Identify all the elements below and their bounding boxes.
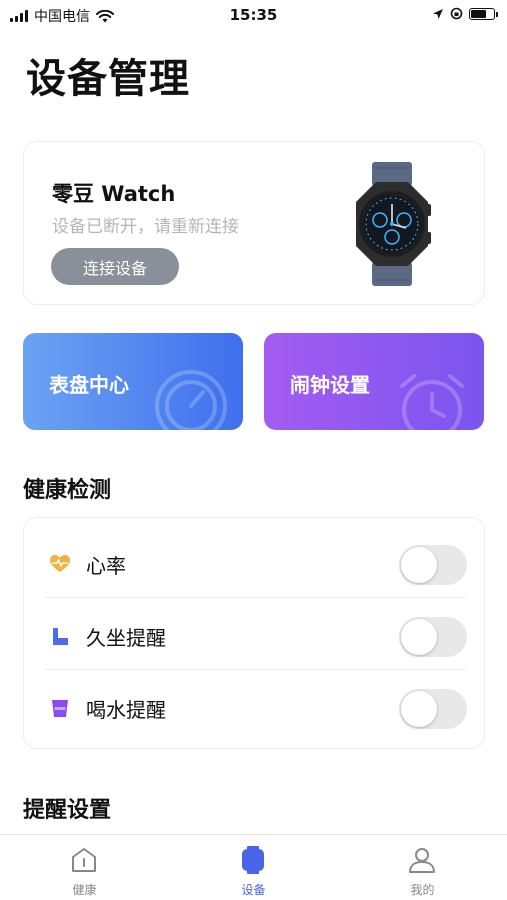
sedentary-reminder-row: 久坐提醒 — [24, 598, 486, 670]
health-settings-card: 心率 久坐提醒 喝水提醒 — [23, 517, 485, 749]
device-status: 设备已断开，请重新连接 — [52, 217, 239, 237]
tab-profile[interactable]: 我的 — [338, 835, 507, 900]
health-section-title: 健康检测 — [23, 478, 112, 503]
dial-deco-icon — [155, 370, 227, 430]
orientation-lock-icon — [450, 7, 463, 20]
reminder-section-title: 提醒设置 — [23, 798, 112, 823]
tab-device[interactable]: 设备 — [169, 835, 338, 900]
alarm-settings-card[interactable]: 闹钟设置 — [264, 333, 484, 430]
battery-icon — [469, 7, 498, 20]
heart-rate-toggle[interactable] — [399, 545, 467, 585]
tab-device-label: 设备 — [241, 883, 266, 897]
profile-tab-icon — [409, 848, 435, 873]
tab-health[interactable]: 健康 — [0, 835, 169, 900]
water-reminder-toggle[interactable] — [399, 689, 467, 729]
device-tab-icon — [242, 846, 264, 874]
water-reminder-label: 喝水提醒 — [86, 698, 166, 722]
connect-device-button[interactable]: 连接设备 — [51, 248, 179, 285]
heart-rate-label: 心率 — [86, 554, 126, 578]
page-title: 设备管理 — [26, 56, 190, 102]
alarm-settings-label: 闹钟设置 — [290, 373, 370, 397]
water-reminder-row: 喝水提醒 — [24, 670, 486, 742]
location-arrow-icon — [433, 8, 443, 19]
sedentary-reminder-label: 久坐提醒 — [86, 626, 166, 650]
sedentary-icon — [53, 628, 68, 645]
device-name: 零豆 Watch — [52, 182, 176, 206]
health-tab-icon — [72, 848, 96, 872]
alarm-deco-icon — [400, 374, 464, 430]
water-cup-icon — [52, 700, 68, 717]
clock: 15:35 — [229, 6, 278, 24]
status-right — [432, 7, 498, 20]
tab-bar: 健康 设备 我的 — [0, 834, 507, 900]
status-bar: 中国电信 15:35 — [0, 0, 507, 30]
smartwatch-image — [356, 162, 431, 286]
sedentary-reminder-toggle[interactable] — [399, 617, 467, 657]
device-card: 零豆 Watch 设备已断开，请重新连接 连接设备 — [23, 141, 485, 305]
dial-center-label: 表盘中心 — [49, 373, 129, 397]
tab-profile-label: 我的 — [410, 883, 435, 897]
heart-rate-icon — [50, 555, 70, 572]
heart-rate-row: 心率 — [24, 526, 486, 598]
tab-health-label: 健康 — [72, 883, 97, 897]
dial-center-card[interactable]: 表盘中心 — [23, 333, 243, 430]
